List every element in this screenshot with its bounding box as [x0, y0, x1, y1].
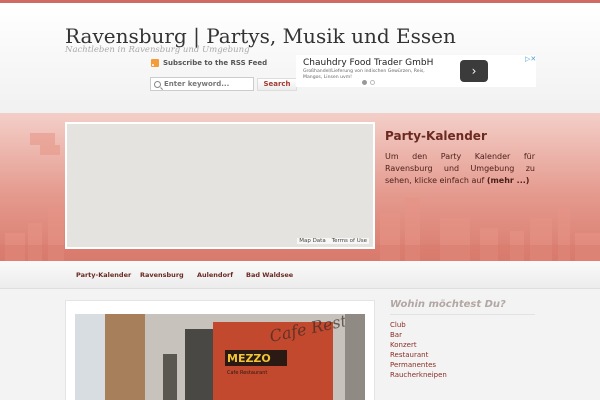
sidebar-item-restaurant[interactable]: Restaurant	[390, 350, 447, 360]
nav-item-bad-waldsee[interactable]: Bad Waldsee	[246, 271, 293, 279]
nav-item-ravensburg[interactable]: Ravensburg	[140, 271, 184, 279]
search-form: Search	[150, 77, 297, 91]
search-input[interactable]	[164, 80, 252, 88]
sidebar-item-permanentes[interactable]: Permanentes	[390, 360, 447, 370]
search-button[interactable]: Search	[257, 77, 297, 91]
ad-pagination	[362, 80, 375, 85]
sidebar-title: Wohin möchtest Du?	[390, 299, 506, 310]
party-map[interactable]: Map Data Terms of Use	[65, 122, 375, 249]
sidebar-item-bar[interactable]: Bar	[390, 330, 447, 340]
rss-label: Subscribe to the RSS Feed	[163, 59, 268, 67]
sidebar-item-raucherkneipen[interactable]: Raucherkneipen	[390, 370, 447, 380]
ad-banner[interactable]: Chauhdry Food Trader GmbH Großhandel/Lie…	[296, 55, 536, 87]
map-data-link[interactable]: Map Data	[299, 238, 326, 244]
sidebar-divider	[390, 314, 535, 315]
rss-icon	[151, 59, 159, 67]
ad-dot-active[interactable]	[362, 80, 367, 85]
sign-subtitle: Cafe Restaurant	[227, 370, 267, 376]
site-tagline: Nachtleben in Ravensburg und Umgebung	[65, 45, 250, 55]
search-icon	[154, 80, 161, 88]
post-image[interactable]: MEZZO Cafe Restaurant Cafe Restaurant	[75, 314, 365, 400]
main-navigation: Party-Kalender Ravensburg Aulendorf Bad …	[0, 261, 600, 289]
search-box	[150, 77, 254, 91]
map-credits: Map Data Terms of Use	[297, 238, 369, 244]
restaurant-photo: MEZZO Cafe Restaurant Cafe Restaurant	[75, 314, 365, 400]
sign-name: MEZZO	[227, 352, 271, 365]
sidebar-item-konzert[interactable]: Konzert	[390, 340, 447, 350]
map-terms-link[interactable]: Terms of Use	[332, 238, 367, 244]
nav-item-aulendorf[interactable]: Aulendorf	[197, 271, 233, 279]
adchoices-icon[interactable]: ▷✕	[525, 55, 536, 63]
sidebar-category-list: Club Bar Konzert Restaurant Permanentes …	[390, 320, 447, 380]
ad-dot[interactable]	[370, 80, 375, 85]
nav-item-party-kalender[interactable]: Party-Kalender	[76, 271, 131, 279]
ad-next-button[interactable]: ›	[460, 60, 488, 82]
ad-title[interactable]: Chauhdry Food Trader GmbH	[303, 58, 433, 68]
sidebar-item-club[interactable]: Club	[390, 320, 447, 330]
party-calendar-title: Party-Kalender	[385, 129, 487, 143]
party-calendar-text: Um den Party Kalender für Ravensburg und…	[385, 151, 535, 187]
rss-link[interactable]: Subscribe to the RSS Feed	[151, 59, 267, 67]
party-calendar-more-link[interactable]: (mehr ...)	[487, 176, 530, 185]
